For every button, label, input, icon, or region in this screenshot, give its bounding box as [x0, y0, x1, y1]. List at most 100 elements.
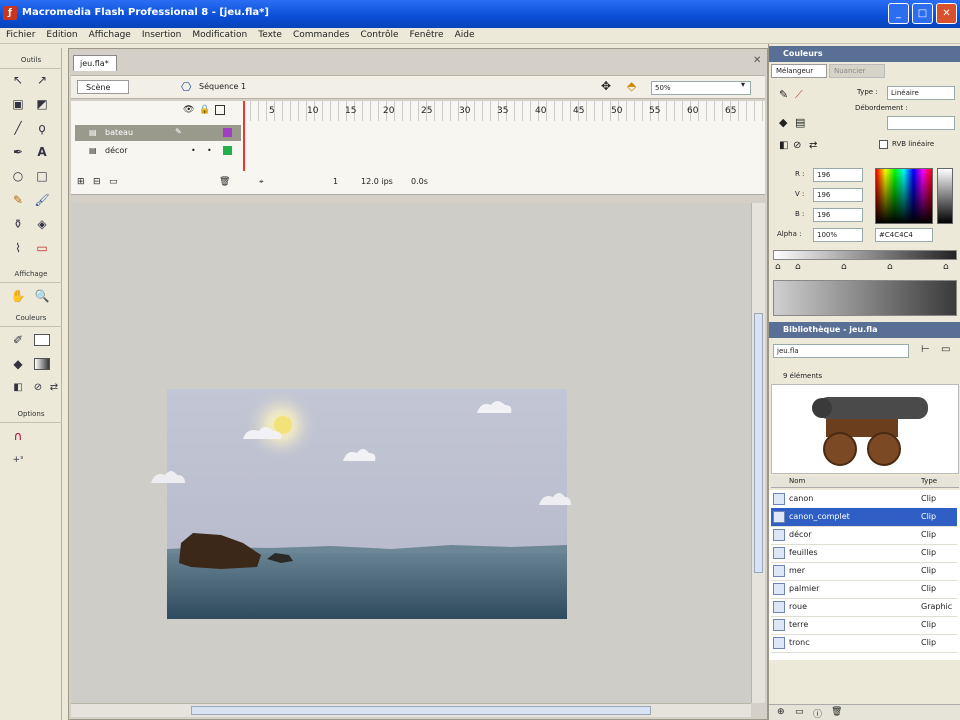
- vertical-scrollbar[interactable]: [751, 203, 765, 703]
- menu-controle[interactable]: Contrôle: [354, 28, 403, 40]
- oval-tool-icon[interactable]: ○: [8, 166, 28, 186]
- stroke-color-swatch[interactable]: [34, 334, 50, 346]
- gradient-stop-icon[interactable]: ⌂: [841, 262, 847, 272]
- swap-icon[interactable]: ⇄: [809, 140, 817, 151]
- fill-color-swatch[interactable]: [34, 358, 50, 370]
- red-input[interactable]: 196: [813, 168, 863, 182]
- delete-icon[interactable]: 🗑: [831, 707, 842, 717]
- edit-symbols-icon[interactable]: ✥: [601, 79, 611, 93]
- document-tab[interactable]: jeu.fla*: [73, 55, 117, 71]
- add-folder-icon[interactable]: ▭: [109, 177, 118, 187]
- menu-modification[interactable]: Modification: [186, 28, 252, 40]
- menu-fenetre[interactable]: Fenêtre: [404, 28, 449, 40]
- menu-texte[interactable]: Texte: [252, 28, 287, 40]
- green-input[interactable]: 196: [813, 188, 863, 202]
- edit-scene-icon[interactable]: ⬘: [627, 79, 636, 93]
- library-item-tronc[interactable]: tronc Clip: [771, 634, 957, 653]
- gradient-stop-icon[interactable]: ⌂: [775, 262, 781, 272]
- gradient-stop-icon[interactable]: ⌂: [795, 262, 801, 272]
- eyedropper-tool-icon[interactable]: ⌇: [8, 238, 28, 258]
- menu-fichier[interactable]: Fichier: [0, 28, 40, 40]
- layer-row-bateau[interactable]: ▤ bateau ✎: [75, 125, 241, 141]
- gradient-transform-tool-icon[interactable]: ◩: [32, 94, 52, 114]
- library-item-roue[interactable]: roue Graphic: [771, 598, 957, 617]
- library-item-canon-complet[interactable]: canon_complet Clip: [771, 508, 957, 527]
- library-panel-header[interactable]: Bibliothèque - jeu.fla: [769, 322, 960, 338]
- no-color-icon[interactable]: ⊘: [793, 140, 801, 151]
- menu-aide[interactable]: Aide: [449, 28, 480, 40]
- add-layer-icon[interactable]: ⊞: [77, 177, 85, 187]
- brush-tool-icon[interactable]: 🖌: [32, 190, 52, 210]
- flash-app-icon[interactable]: ƒ: [3, 6, 17, 20]
- properties-icon[interactable]: ⓘ: [813, 707, 822, 720]
- vertical-scroll-thumb[interactable]: [754, 313, 763, 573]
- layer-row-decor[interactable]: ▤ décor • •: [75, 143, 241, 159]
- selection-tool-icon[interactable]: ↖: [8, 70, 28, 90]
- pencil-tool-icon[interactable]: ✎: [8, 190, 28, 210]
- menu-edition[interactable]: Edition: [40, 28, 82, 40]
- swap-colors-icon[interactable]: ⇄: [44, 378, 64, 398]
- maximize-button[interactable]: □: [912, 3, 933, 24]
- menu-insertion[interactable]: Insertion: [136, 28, 187, 40]
- library-item-canon[interactable]: canon Clip: [771, 490, 957, 509]
- tab-mixer[interactable]: Mélangeur: [771, 64, 827, 78]
- zoom-tool-icon[interactable]: 🔍: [32, 286, 52, 306]
- text-tool-icon[interactable]: A: [32, 142, 52, 162]
- colors-panel-header[interactable]: Couleurs: [769, 46, 960, 62]
- fill-bucket-icon[interactable]: ◆: [779, 116, 787, 129]
- stage-pasteboard[interactable]: [71, 203, 751, 703]
- lock-dot-icon[interactable]: •: [207, 146, 212, 155]
- subselection-tool-icon[interactable]: ↗: [32, 70, 52, 90]
- horizontal-scroll-thumb[interactable]: [191, 706, 651, 715]
- ink-bottle-tool-icon[interactable]: ⚱: [8, 214, 28, 234]
- lasso-tool-icon[interactable]: ϙ: [32, 118, 52, 138]
- fill-color-icon[interactable]: ◆: [8, 354, 28, 374]
- free-transform-tool-icon[interactable]: ▣: [8, 94, 28, 114]
- center-frame-icon[interactable]: ⌖: [259, 177, 264, 187]
- pin-icon[interactable]: ⊢: [921, 344, 930, 355]
- horizontal-scrollbar[interactable]: [71, 703, 751, 717]
- smooth-icon[interactable]: +ˢ: [8, 450, 28, 470]
- menu-affichage[interactable]: Affichage: [83, 28, 136, 40]
- lock-icon[interactable]: 🔒: [199, 105, 210, 115]
- eye-icon[interactable]: 👁: [183, 105, 194, 115]
- library-item-decor[interactable]: décor Clip: [771, 526, 957, 545]
- new-folder-icon[interactable]: ▭: [795, 707, 804, 717]
- eraser-tool-icon[interactable]: ▭: [32, 238, 52, 258]
- black-white-icon[interactable]: ◧: [8, 378, 28, 398]
- library-item-terre[interactable]: terre Clip: [771, 616, 957, 635]
- pen-tool-icon[interactable]: ✒: [8, 142, 28, 162]
- tab-swatches[interactable]: Nuancier: [829, 64, 885, 78]
- line-tool-icon[interactable]: ╱: [8, 118, 28, 138]
- close-button[interactable]: ✕: [936, 3, 957, 24]
- color-spectrum-picker[interactable]: [875, 168, 933, 224]
- stroke-swatch-icon[interactable]: ⟋: [795, 88, 803, 102]
- playhead[interactable]: [243, 101, 245, 171]
- rectangle-tool-icon[interactable]: □: [32, 166, 52, 186]
- swap-colors-icon[interactable]: ◧: [779, 140, 788, 151]
- document-close-icon[interactable]: ✕: [753, 55, 765, 67]
- visibility-dot-icon[interactable]: •: [191, 146, 196, 155]
- paint-bucket-tool-icon[interactable]: ◈: [32, 214, 52, 234]
- overflow-select[interactable]: [887, 116, 955, 130]
- delete-layer-icon[interactable]: 🗑: [219, 177, 230, 187]
- gradient-stop-icon[interactable]: ⌂: [887, 262, 893, 272]
- library-item-palmier[interactable]: palmier Clip: [771, 580, 957, 599]
- library-item-mer[interactable]: mer Clip: [771, 562, 957, 581]
- stroke-color-icon[interactable]: ✐: [8, 330, 28, 350]
- stroke-pencil-icon[interactable]: ✎: [779, 88, 788, 101]
- new-library-panel-icon[interactable]: ▭: [941, 344, 950, 355]
- library-col-name[interactable]: Nom: [789, 477, 805, 485]
- minimize-button[interactable]: _: [888, 3, 909, 24]
- fill-type-select[interactable]: Linéaire: [887, 86, 955, 100]
- breadcrumb-sequence[interactable]: Séquence 1: [199, 82, 246, 91]
- scene-button[interactable]: Scène: [77, 80, 129, 94]
- brightness-slider[interactable]: [937, 168, 953, 224]
- gradient-stop-icon[interactable]: ⌂: [943, 262, 949, 272]
- new-symbol-icon[interactable]: ⊕: [777, 707, 785, 717]
- gradient-preview-bar[interactable]: [773, 250, 957, 260]
- zoom-select[interactable]: 50%: [651, 81, 751, 95]
- library-file-select[interactable]: jeu.fla: [773, 344, 909, 358]
- blue-input[interactable]: 196: [813, 208, 863, 222]
- library-item-feuilles[interactable]: feuilles Clip: [771, 544, 957, 563]
